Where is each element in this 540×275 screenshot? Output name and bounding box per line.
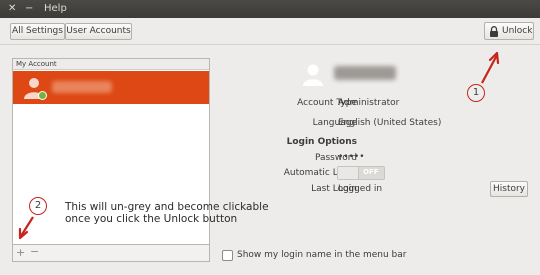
online-status-dot (38, 91, 47, 100)
toggle-knob (338, 167, 359, 179)
annotation-note-line2: once you click the Unlock button (65, 213, 238, 225)
blurred-user-name (52, 81, 112, 93)
window-title: Help (44, 3, 67, 14)
toolbar: All Settings User Accounts Unlock (0, 18, 540, 45)
automatic-login-toggle[interactable]: OFF (337, 166, 385, 180)
show-login-name-label[interactable]: Show my login name in the menu bar (237, 250, 406, 260)
unlock-label: Unlock (502, 26, 533, 36)
callout-2: 2 (29, 197, 47, 215)
language-value: English (United States) (338, 118, 442, 128)
account-type-value: Administrator (338, 98, 400, 108)
account-avatar-icon[interactable] (300, 62, 326, 86)
blurred-account-name (334, 66, 396, 80)
show-login-name-checkbox[interactable] (222, 250, 233, 261)
user-accounts-breadcrumb-button[interactable]: User Accounts (65, 23, 132, 40)
all-settings-button[interactable]: All Settings (10, 23, 65, 40)
callout-1: 1 (467, 84, 485, 102)
my-account-header: My Account (13, 59, 209, 70)
last-login-value: Logged in (338, 184, 383, 194)
annotation-note-line1: This will un-grey and become clickable (65, 201, 269, 213)
toggle-state-text: OFF (363, 168, 379, 176)
arrow-to-unlock (481, 51, 500, 84)
unlock-button[interactable]: Unlock (484, 22, 534, 40)
add-user-button[interactable]: + (16, 246, 25, 259)
lock-icon (490, 26, 498, 37)
login-options-heading: Login Options (286, 137, 357, 147)
annotation-note: This will un-grey and become clickable o… (65, 201, 269, 225)
close-window-icon[interactable]: ✕ (8, 3, 16, 15)
history-button[interactable]: History (490, 181, 528, 197)
account-list-item-selected[interactable] (13, 71, 209, 104)
list-controls: + − (12, 245, 210, 262)
remove-user-button[interactable]: − (30, 245, 39, 258)
minimize-window-icon[interactable]: − (25, 3, 33, 15)
password-value: ••••• (338, 152, 365, 162)
window-titlebar: ✕ − Help (0, 0, 540, 18)
